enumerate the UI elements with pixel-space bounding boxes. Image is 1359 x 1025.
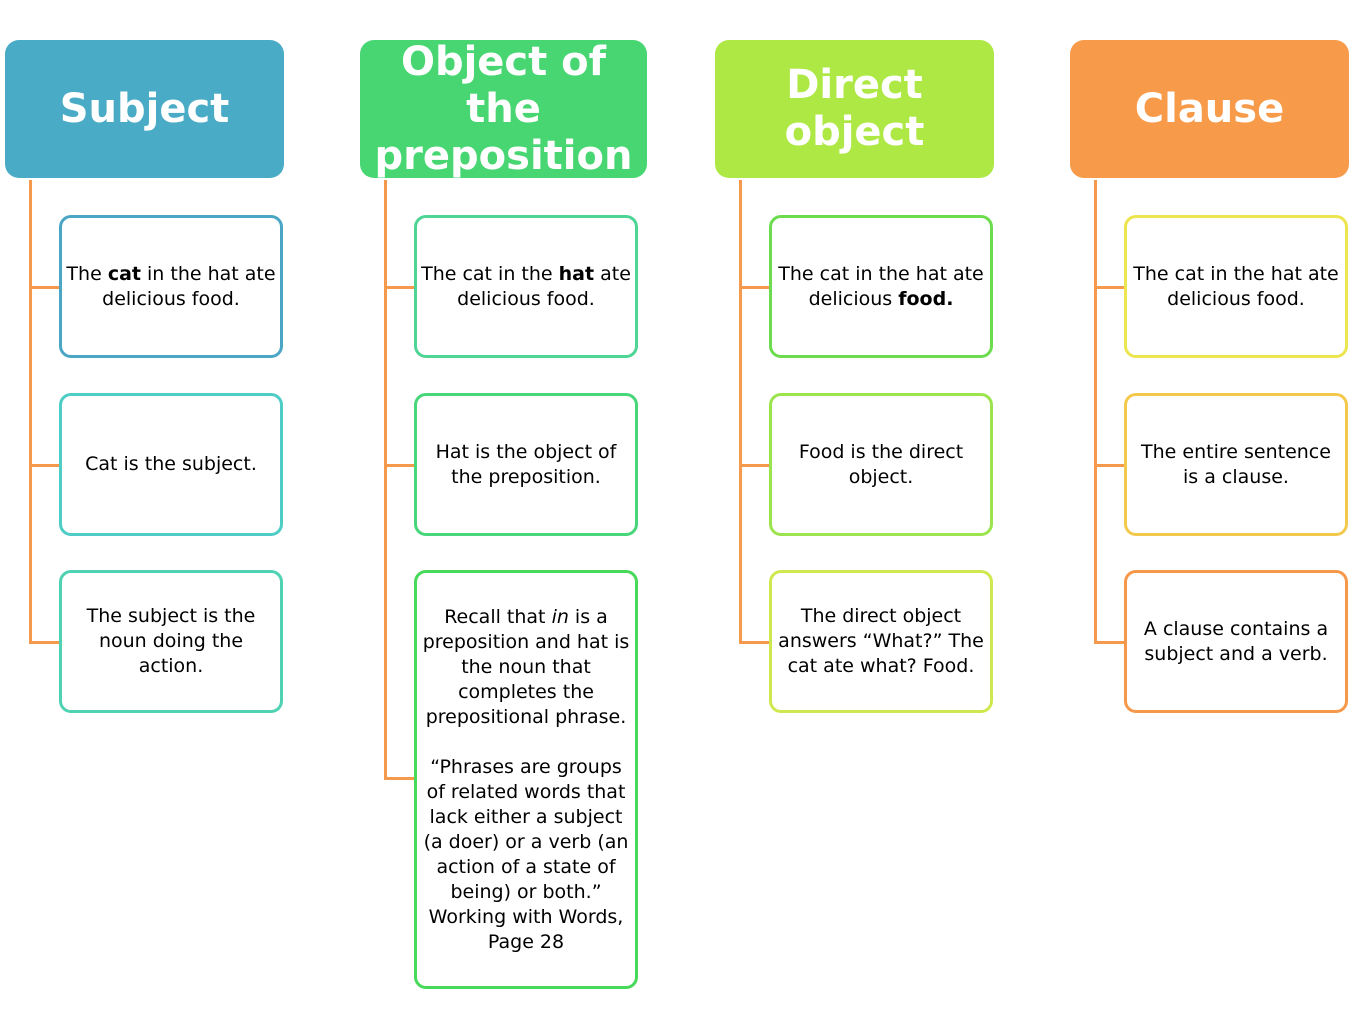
text-segment: “Phrases are groups of related words tha…: [423, 755, 629, 953]
column-subject: Subject The cat in the hat ate delicious …: [5, 0, 355, 1025]
text-segment: The cat in the: [421, 262, 559, 285]
column-clause: Clause The cat in the hat ate delicious f…: [1070, 0, 1359, 1025]
detail-box: Recall that in is a preposition and hat …: [414, 570, 638, 989]
column-header: Object of the preposition: [360, 39, 647, 179]
text-segment: The direct object answers “What?” The ca…: [778, 605, 984, 677]
bold-text: food.: [898, 287, 954, 310]
column-header: Subject: [5, 40, 284, 178]
text-segment: The cat in the hat ate delicious food.: [1133, 262, 1339, 310]
detail-text: The entire sentence is a clause.: [1131, 440, 1341, 490]
detail-text: Hat is the object of the preposition.: [421, 440, 631, 490]
detail-box: Food is the direct object.: [769, 393, 993, 536]
column-direct-object: Direct object The cat in the hat ate deli…: [715, 0, 1065, 1025]
connector-line: [1094, 464, 1124, 467]
connector-line: [739, 641, 769, 644]
connector-trunk: [1094, 180, 1097, 644]
detail-text: The cat in the hat ate delicious food.: [66, 262, 276, 312]
connector-line: [739, 286, 769, 289]
connector-line: [1094, 641, 1124, 644]
detail-text: A clause contains a subject and a verb.: [1131, 617, 1341, 667]
column-header: Clause: [1070, 40, 1349, 178]
detail-box: The direct object answers “What?” The ca…: [769, 570, 993, 713]
text-segment: Food is the direct object.: [798, 440, 964, 488]
column-header: Direct object: [715, 40, 994, 178]
detail-box: The cat in the hat ate delicious food.: [769, 215, 993, 358]
text-segment: Cat is the subject.: [85, 453, 257, 475]
detail-text: The cat in the hat ate delicious food.: [1131, 262, 1341, 312]
column-object-of-the-preposition: Object of the preposition The cat in the …: [360, 0, 710, 1025]
connector-trunk: [29, 180, 32, 644]
connector-line: [29, 286, 59, 289]
detail-text: The cat in the hat ate delicious food.: [421, 262, 631, 312]
text-segment: Hat is the object of the preposition.: [435, 440, 617, 488]
detail-box: A clause contains a subject and a verb.: [1124, 570, 1348, 713]
detail-text: Cat is the subject.: [85, 452, 257, 477]
connector-trunk: [739, 180, 742, 644]
connector-line: [29, 464, 59, 467]
connector-line: [1094, 286, 1124, 289]
detail-text: The cat in the hat ate delicious food.: [776, 262, 986, 312]
connector-trunk: [384, 180, 387, 780]
text-segment: A clause contains a subject and a verb.: [1143, 617, 1329, 665]
text-segment: The entire sentence is a clause.: [1141, 440, 1331, 488]
connector-line: [29, 641, 59, 644]
connector-line: [739, 464, 769, 467]
detail-box: Cat is the subject.: [59, 393, 283, 536]
bold-text: hat: [558, 262, 595, 285]
connector-line: [384, 286, 414, 289]
detail-text: Recall that in is a preposition and hat …: [421, 605, 631, 955]
text-segment: The: [66, 262, 108, 285]
detail-text: The direct object answers “What?” The ca…: [776, 604, 986, 679]
text-segment: Recall that: [444, 605, 552, 628]
detail-box: The entire sentence is a clause.: [1124, 393, 1348, 536]
detail-text: Food is the direct object.: [776, 440, 986, 490]
text-segment: The subject is the noun doing the action…: [86, 605, 256, 677]
detail-text: The subject is the noun doing the action…: [66, 604, 276, 679]
detail-box: Hat is the object of the preposition.: [414, 393, 638, 536]
italic-text: in: [551, 605, 569, 628]
bold-text: cat: [107, 262, 141, 285]
detail-box: The cat in the hat ate delicious food.: [59, 215, 283, 358]
detail-box: The subject is the noun doing the action…: [59, 570, 283, 713]
detail-box: The cat in the hat ate delicious food.: [1124, 215, 1348, 358]
connector-line: [384, 777, 414, 780]
detail-box: The cat in the hat ate delicious food.: [414, 215, 638, 358]
connector-line: [384, 464, 414, 467]
